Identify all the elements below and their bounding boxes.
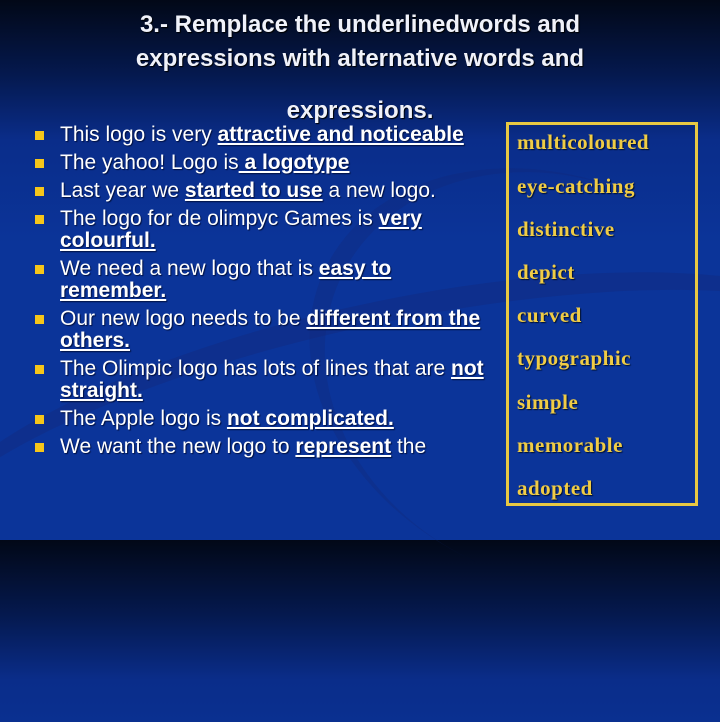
word-option: adopted	[517, 476, 593, 500]
square-bullet-icon	[35, 159, 44, 168]
list-item: This logo is very attractive and noticea…	[10, 124, 500, 146]
slide-title: 3.- Remplace the underlinedwords and exp…	[0, 8, 720, 128]
list-item: The yahoo! Logo is a logotype	[10, 152, 500, 174]
word-option: eye-catching	[517, 174, 635, 198]
square-bullet-icon	[35, 443, 44, 452]
square-bullet-icon	[35, 265, 44, 274]
square-bullet-icon	[35, 365, 44, 374]
word-option: typographic	[517, 346, 632, 370]
title-line-1: 3.- Remplace the underlinedwords and	[139, 11, 581, 38]
sentence-list: This logo is very attractive and noticea…	[10, 124, 500, 464]
underlined-phrase: represent	[295, 435, 392, 458]
word-box: multicoloured eye-catching distinctive d…	[506, 122, 698, 506]
word-option: distinctive	[517, 217, 615, 241]
list-item: Our new logo needs to be different from …	[10, 308, 500, 352]
word-option: depict	[517, 260, 575, 284]
square-bullet-icon	[35, 215, 44, 224]
list-item: The Olimpic logo has lots of lines that …	[10, 358, 500, 402]
list-item: The logo for de olimpyc Games is very co…	[10, 208, 500, 252]
list-item: Last year we started to use a new logo.	[10, 180, 500, 202]
list-item: We want the new logo to represent the	[10, 436, 500, 458]
underlined-phrase: attractive and noticeable	[217, 123, 464, 146]
list-item: We need a new logo that is easy to remem…	[10, 258, 500, 302]
word-option: curved	[517, 303, 582, 327]
underlined-phrase: a logotype	[238, 151, 350, 174]
title-line-2: expressions with alternative words and	[135, 45, 585, 72]
underlined-phrase: started to use	[184, 179, 323, 202]
word-option: multicoloured	[517, 130, 650, 154]
underlined-phrase: not complicated.	[226, 407, 394, 430]
list-item: The Apple logo is not complicated.	[10, 408, 500, 430]
square-bullet-icon	[35, 131, 44, 140]
square-bullet-icon	[35, 187, 44, 196]
word-option: simple	[517, 390, 579, 414]
square-bullet-icon	[35, 315, 44, 324]
square-bullet-icon	[35, 415, 44, 424]
word-option: memorable	[517, 433, 623, 457]
